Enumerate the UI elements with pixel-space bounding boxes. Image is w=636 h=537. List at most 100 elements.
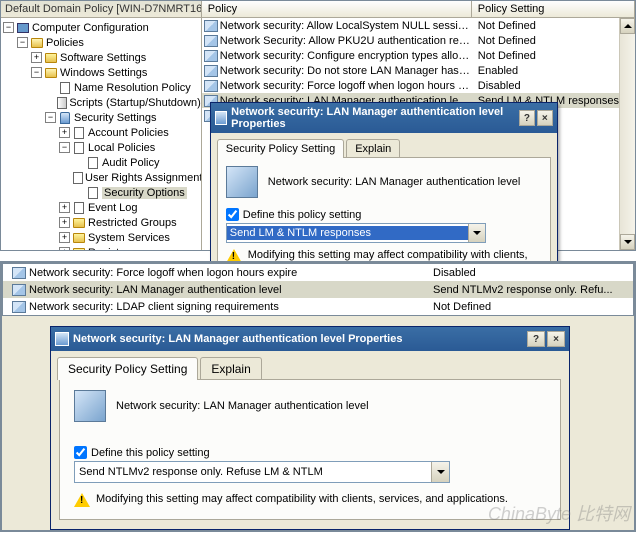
tab-security-policy[interactable]: Security Policy Setting xyxy=(57,357,198,380)
warning-text: Modifying this setting may affect compat… xyxy=(96,493,508,509)
tree-node-sec-opts[interactable]: Security Options xyxy=(3,185,201,200)
policy-item-icon xyxy=(204,50,218,62)
policy-name: Network Security: Allow PKU2U authentica… xyxy=(220,35,472,47)
policy-row[interactable]: Network security: Force logoff when logo… xyxy=(202,78,619,93)
tree-node-sys-svc[interactable]: +System Services xyxy=(3,230,201,245)
collapse-icon[interactable]: − xyxy=(45,112,56,123)
folder-icon xyxy=(73,218,85,228)
policy-name: Network security: Allow LocalSystem NULL… xyxy=(220,20,472,32)
close-button[interactable]: × xyxy=(547,331,565,347)
expand-icon[interactable]: + xyxy=(31,52,42,63)
expand-icon[interactable]: + xyxy=(59,217,70,228)
dropdown-button[interactable] xyxy=(468,224,485,242)
policy-setting: Not Defined xyxy=(472,35,536,47)
col-setting[interactable]: Policy Setting xyxy=(472,1,635,17)
policy-list-2[interactable]: Network security: Force logoff when logo… xyxy=(2,263,634,316)
tab-security-policy[interactable]: Security Policy Setting xyxy=(217,139,344,158)
tree-node-scripts[interactable]: Scripts (Startup/Shutdown) xyxy=(3,95,201,110)
define-label: Define this policy setting xyxy=(91,447,210,459)
policy-name: Network security: LAN Manager authentica… xyxy=(29,284,433,296)
collapse-icon[interactable]: − xyxy=(31,67,42,78)
policy-name: Network security: Force logoff when logo… xyxy=(29,267,433,279)
scroll-icon xyxy=(57,97,67,109)
dialog-titlebar[interactable]: Network security: LAN Manager authentica… xyxy=(51,327,569,351)
tree-node-security[interactable]: −Security Settings xyxy=(3,110,201,125)
collapse-icon[interactable]: − xyxy=(59,142,70,153)
dialog-title-text: Network security: LAN Manager authentica… xyxy=(73,333,402,345)
tree-title: Default Domain Policy [WIN-D7NMRT167KP.W… xyxy=(1,1,201,18)
collapse-icon[interactable]: − xyxy=(3,22,14,33)
triangle-up-icon xyxy=(624,24,632,28)
expand-icon[interactable]: + xyxy=(59,247,70,250)
tab-explain[interactable]: Explain xyxy=(346,139,400,158)
tree-node-windows[interactable]: −Windows Settings xyxy=(3,65,201,80)
properties-dialog-2: Network security: LAN Manager authentica… xyxy=(50,326,570,530)
dropdown-value: Send LM & NTLM responses xyxy=(227,226,468,240)
policy-setting: Not Defined xyxy=(433,301,633,313)
tree-node-computer-config[interactable]: −Computer Configuration xyxy=(3,20,201,35)
policy-icon xyxy=(74,142,84,154)
expand-icon[interactable]: + xyxy=(59,127,70,138)
tree-node-account-pol[interactable]: +Account Policies xyxy=(3,125,201,140)
computer-icon xyxy=(17,23,29,33)
policy-name: Network security: Configure encryption t… xyxy=(220,50,472,62)
policy-large-icon xyxy=(226,166,258,198)
bottom-panel: Network security: Force logoff when logo… xyxy=(0,261,636,532)
folder-icon xyxy=(73,248,85,251)
chevron-down-icon xyxy=(473,231,481,235)
policy-list-panel: Policy Policy Setting Network security: … xyxy=(202,1,635,250)
close-button[interactable]: × xyxy=(537,110,553,126)
scroll-down-button[interactable] xyxy=(620,234,635,250)
dialog-icon xyxy=(55,332,69,346)
triangle-down-icon xyxy=(624,240,632,244)
policy-row[interactable]: Network security: LAN Manager authentica… xyxy=(3,281,633,298)
tree-node-policies[interactable]: −Policies xyxy=(3,35,201,50)
policy-setting: Disabled xyxy=(472,80,521,92)
policy-name: Network security: Force logoff when logo… xyxy=(220,80,472,92)
tree-node-registry[interactable]: +Registry xyxy=(3,245,201,250)
folder-icon xyxy=(45,53,57,63)
policy-icon xyxy=(73,172,83,184)
policy-row[interactable]: Network security: LDAP client signing re… xyxy=(3,298,633,315)
policy-item-icon xyxy=(12,267,26,279)
dropdown-button[interactable] xyxy=(431,462,449,482)
policy-name: Network security: LDAP client signing re… xyxy=(29,301,433,313)
col-policy[interactable]: Policy xyxy=(202,1,472,17)
tree-node-audit[interactable]: Audit Policy xyxy=(3,155,201,170)
folder-open-icon xyxy=(31,38,43,48)
policy-row[interactable]: Network Security: Allow PKU2U authentica… xyxy=(202,33,619,48)
tree-node-user-rights[interactable]: User Rights Assignment xyxy=(3,170,201,185)
define-checkbox[interactable] xyxy=(74,446,87,459)
auth-level-dropdown[interactable]: Send LM & NTLM responses xyxy=(226,223,486,243)
tab-explain[interactable]: Explain xyxy=(200,357,261,380)
auth-level-dropdown[interactable]: Send NTLMv2 response only. Refuse LM & N… xyxy=(74,461,450,483)
policy-row[interactable]: Network security: Allow LocalSystem NULL… xyxy=(202,18,619,33)
policy-large-icon xyxy=(74,390,106,422)
policy-name: Network security: Do not store LAN Manag… xyxy=(220,65,472,77)
page-icon xyxy=(60,82,70,94)
scroll-track[interactable] xyxy=(620,34,635,234)
expand-icon[interactable]: + xyxy=(59,202,70,213)
scroll-up-button[interactable] xyxy=(620,18,635,34)
tree-node-event-log[interactable]: +Event Log xyxy=(3,200,201,215)
help-button[interactable]: ? xyxy=(519,110,535,126)
policy-setting: Send NTLMv2 response only. Refu... xyxy=(433,284,633,296)
collapse-icon[interactable]: − xyxy=(17,37,28,48)
help-button[interactable]: ? xyxy=(527,331,545,347)
expand-icon[interactable]: + xyxy=(59,232,70,243)
policy-row[interactable]: Network security: Do not store LAN Manag… xyxy=(202,63,619,78)
policy-row[interactable]: Network security: Configure encryption t… xyxy=(202,48,619,63)
folder-open-icon xyxy=(45,68,57,78)
tree-node-software[interactable]: +Software Settings xyxy=(3,50,201,65)
policy-item-icon xyxy=(204,35,218,47)
policy-row[interactable]: Network security: Force logoff when logo… xyxy=(3,264,633,281)
dialog-titlebar[interactable]: Network security: LAN Manager authentica… xyxy=(211,103,557,133)
tree-node-restricted[interactable]: +Restricted Groups xyxy=(3,215,201,230)
policy-setting: Not Defined xyxy=(472,20,536,32)
define-checkbox[interactable] xyxy=(226,208,239,221)
policy-heading: Network security: LAN Manager authentica… xyxy=(268,176,521,188)
policy-setting: Enabled xyxy=(472,65,518,77)
scrollbar[interactable] xyxy=(619,18,635,250)
tree-node-name-res[interactable]: Name Resolution Policy xyxy=(3,80,201,95)
tree-node-local-pol[interactable]: −Local Policies xyxy=(3,140,201,155)
